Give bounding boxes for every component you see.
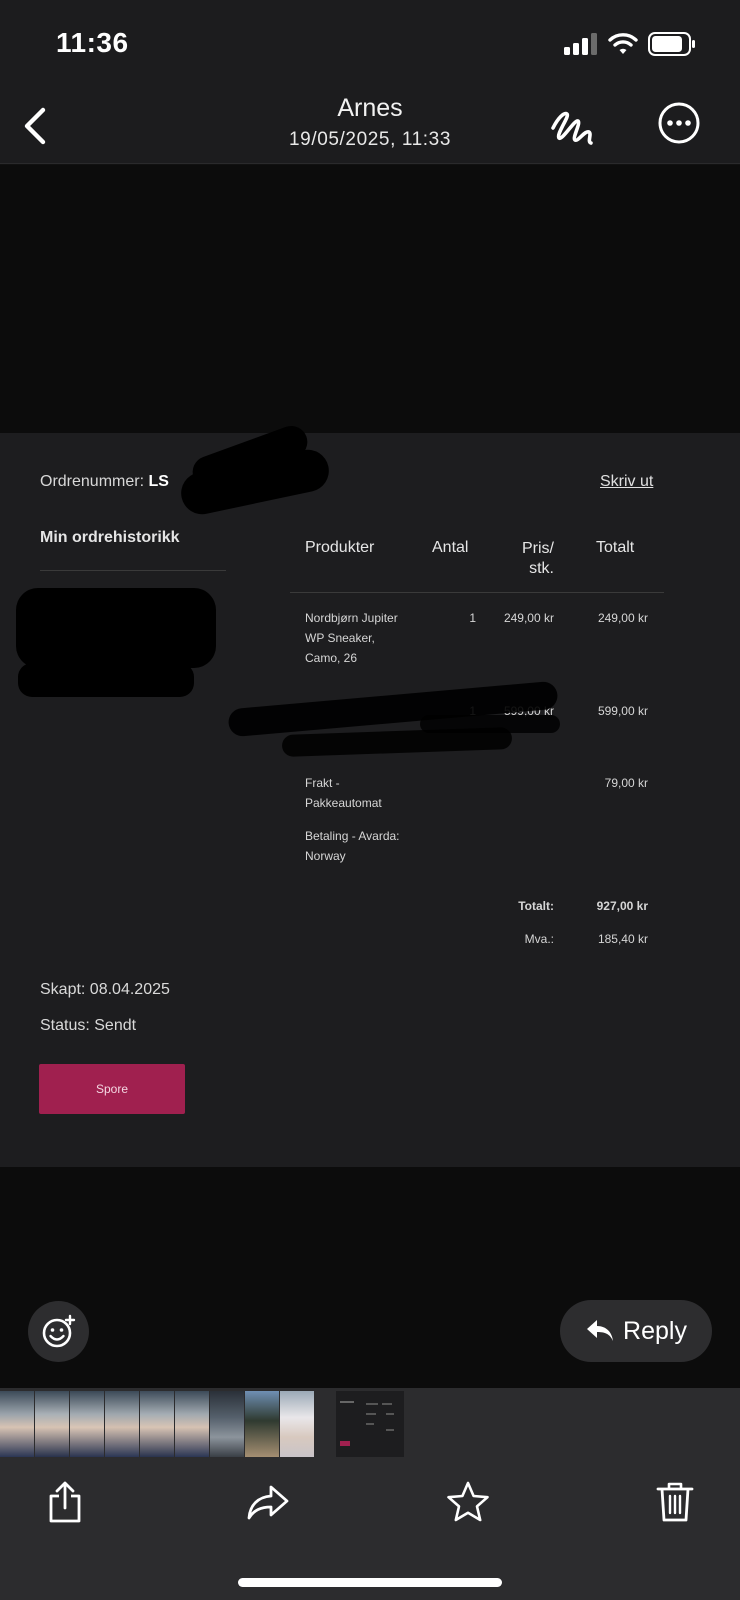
thumbnail-strip[interactable]: [0, 1388, 740, 1460]
nav-subtitle: 19/05/2025, 11:33: [289, 129, 451, 150]
more-icon[interactable]: [656, 100, 702, 146]
row1-product-name: Nordbjørn Jupiter WP Sneaker, Camo, 26: [305, 611, 398, 665]
created-date: Skapt: 08.04.2025: [40, 981, 170, 998]
reply-button[interactable]: Reply: [560, 1300, 712, 1362]
photo-thumbnail-selected[interactable]: [336, 1391, 404, 1457]
order-receipt-image: Ordrenummer: LS Skriv ut Min ordrehistor…: [0, 421, 740, 1167]
order-number-value: LS: [148, 473, 169, 490]
status-bar: 11:36: [0, 0, 740, 90]
track-button: Spore: [39, 1064, 185, 1114]
photo-thumbnail[interactable]: [0, 1391, 34, 1457]
order-total-value: 927,00 kr: [596, 899, 648, 913]
nav-title-group: Arnes 19/05/2025, 11:33: [0, 94, 740, 151]
status-icons: [564, 31, 696, 57]
photo-thumbnail[interactable]: [280, 1391, 314, 1457]
column-header-total: Totalt: [596, 539, 635, 556]
photo-thumbnail[interactable]: [35, 1391, 69, 1457]
row1-total: 249,00 kr: [597, 611, 648, 625]
row3-product-name: Frakt - Pakkeautomat: [305, 776, 382, 810]
row3-total: 79,00 kr: [604, 776, 648, 790]
column-header-quantity: Antal: [432, 539, 469, 556]
order-status: Status: Sendt: [40, 1017, 137, 1034]
status-time: 11:36: [56, 27, 129, 58]
favorite-button[interactable]: [444, 1478, 492, 1526]
trash-icon: [656, 1482, 694, 1522]
vat-label: Mva.:: [524, 932, 554, 946]
share-button[interactable]: [41, 1478, 89, 1526]
bottom-toolbar: [0, 1460, 740, 1600]
photo-thumbnail[interactable]: [105, 1391, 139, 1457]
photo-thumbnail[interactable]: [140, 1391, 174, 1457]
print-link: Skriv ut: [600, 473, 654, 490]
home-indicator[interactable]: [238, 1578, 502, 1587]
emoji-add-icon: [42, 1314, 75, 1347]
order-number-label: Ordrenummer:: [40, 473, 145, 490]
nav-bar: Arnes 19/05/2025, 11:33: [0, 90, 740, 164]
redaction-scribble: [18, 663, 194, 697]
order-history-title: Min ordrehistorikk: [40, 529, 180, 546]
column-header-unit-price: Pris/ stk.: [522, 540, 554, 577]
photo-thumbnail[interactable]: [70, 1391, 104, 1457]
nav-title: Arnes: [337, 94, 403, 122]
share-icon: [49, 1481, 81, 1523]
row2-total: 599,00 kr: [597, 704, 648, 718]
table-header-divider: [290, 592, 664, 593]
redaction-scribble: [16, 588, 216, 668]
order-total-label: Totalt:: [518, 899, 554, 913]
column-header-products: Produkter: [305, 539, 375, 556]
add-reaction-button[interactable]: [28, 1301, 89, 1362]
redaction-scribble: [420, 715, 560, 733]
row4-product-name: Betaling - Avarda: Norway: [305, 829, 400, 863]
forward-icon: [247, 1485, 289, 1520]
battery-icon: [648, 32, 695, 56]
reply-arrow-icon: [587, 1320, 614, 1341]
signal-icon: [564, 33, 597, 55]
photo-thumbnail[interactable]: [175, 1391, 209, 1457]
forward-button[interactable]: [244, 1478, 292, 1526]
delete-button[interactable]: [651, 1478, 699, 1526]
order-number-line: Ordrenummer: LS: [40, 473, 169, 491]
wifi-icon: [608, 33, 638, 54]
photo-thumbnail[interactable]: [210, 1391, 244, 1457]
vat-value: 185,40 kr: [597, 932, 648, 946]
history-divider: [40, 570, 226, 571]
photo-thumbnail[interactable]: [245, 1391, 279, 1457]
row1-quantity: 1: [469, 611, 476, 625]
star-icon: [447, 1481, 489, 1522]
row1-unit-price: 249,00 kr: [503, 611, 554, 625]
markup-icon[interactable]: [548, 102, 596, 150]
reply-label: Reply: [623, 1316, 687, 1345]
